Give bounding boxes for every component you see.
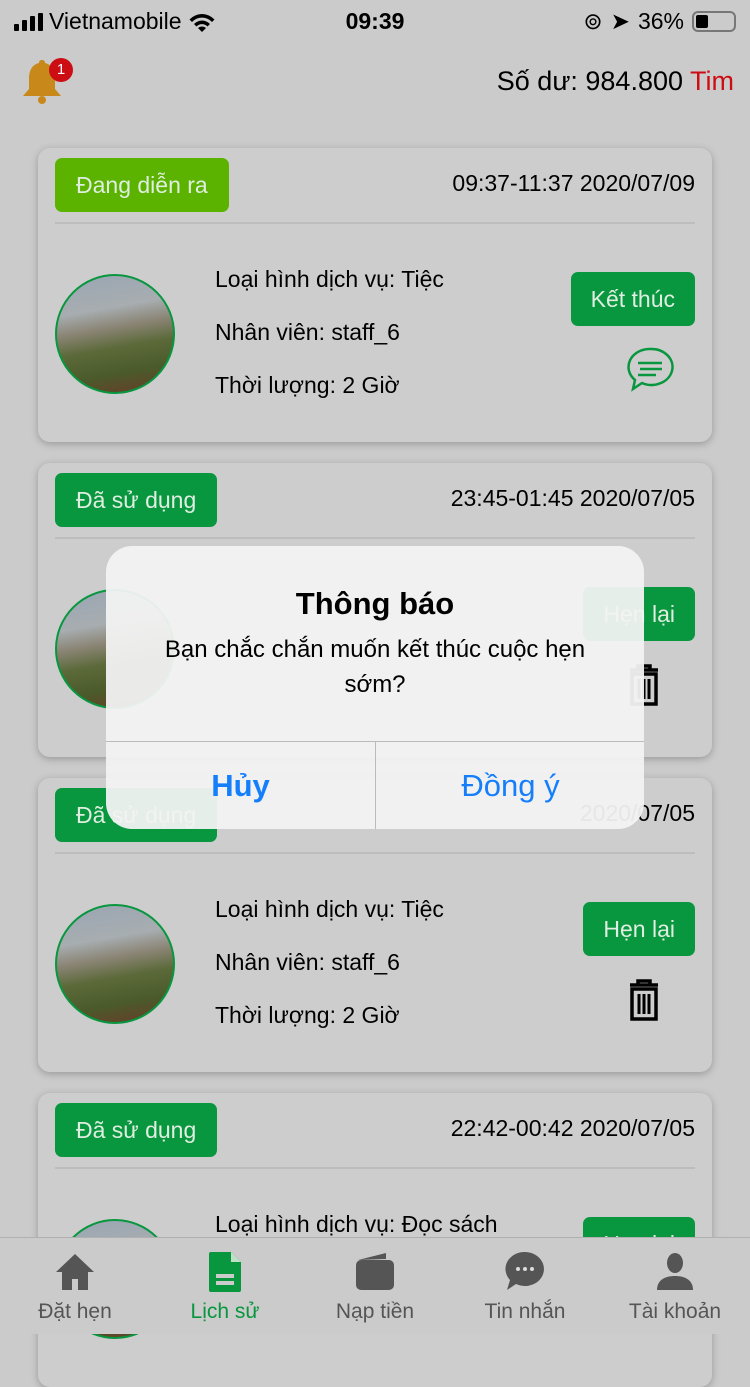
duration: Thời lượng: 2 Giờ: [215, 372, 400, 398]
user-icon: [657, 1253, 693, 1290]
tab-book[interactable]: Đặt hẹn: [0, 1238, 150, 1334]
battery-icon: [692, 11, 736, 32]
chat-icon[interactable]: [626, 346, 674, 394]
duration: Thời lượng: 2 Giờ: [215, 1002, 400, 1028]
tab-label: Tài khoản: [628, 1300, 722, 1323]
currency: Tim: [690, 66, 734, 96]
service-type: Loại hình dịch vụ: Đọc sách: [215, 1211, 498, 1237]
notification-badge: 1: [49, 58, 73, 82]
divider: [55, 852, 695, 854]
rebook-button[interactable]: Hẹn lại: [583, 902, 695, 956]
divider: [55, 1167, 695, 1169]
home-icon: [56, 1254, 94, 1290]
cancel-button[interactable]: Hủy: [106, 742, 375, 829]
rotation-lock-icon: ⊚: [583, 8, 603, 34]
dialog-title: Thông báo: [295, 586, 455, 621]
message-icon: [505, 1251, 544, 1290]
staff: Nhân viên: staff_6: [215, 319, 400, 345]
status-badge: Đã sử dụng: [55, 1103, 218, 1157]
service-type: Loại hình dịch vụ: Tiệc: [215, 266, 444, 292]
tab-messages[interactable]: Tin nhắn: [450, 1238, 600, 1334]
divider: [55, 222, 695, 224]
tab-bar: Đặt hẹn Lịch sử Nạp tiền Tin nhắn Tài kh…: [0, 1237, 750, 1334]
confirm-dialog: Thông báo Bạn chắc chắn muốn kết thúc cu…: [106, 546, 644, 829]
booking-time: 09:37-11:37 2020/07/09: [452, 170, 695, 196]
dialog-message: Bạn chắc chắn muốn kết thúc cuộc hẹn sớm…: [164, 636, 586, 698]
document-icon: [209, 1252, 241, 1292]
booking-card: Đang diễn ra 09:37-11:37 2020/07/09 Loại…: [38, 148, 712, 442]
end-button[interactable]: Kết thúc: [570, 272, 695, 326]
tab-account[interactable]: Tài khoản: [600, 1238, 750, 1334]
staff: Nhân viên: staff_6: [215, 949, 400, 975]
status-bar: Vietnamobile 09:39 ⊚ ➤ 36%: [0, 0, 750, 40]
balance-label: Số dư: 984.800: [496, 66, 683, 96]
booking-time: 22:42-00:42 2020/07/05: [450, 1115, 695, 1141]
tab-label: Đặt hẹn: [38, 1300, 112, 1323]
tab-label: Lịch sử: [190, 1300, 260, 1323]
status-badge: Đang diễn ra: [55, 158, 229, 212]
wallet-icon: [356, 1253, 394, 1290]
tab-topup[interactable]: Nạp tiền: [300, 1238, 450, 1334]
confirm-button[interactable]: Đồng ý: [376, 742, 644, 829]
avatar: [55, 904, 175, 1024]
location-icon: ➤: [610, 8, 630, 34]
service-type: Loại hình dịch vụ: Tiệc: [215, 896, 444, 922]
divider: [55, 537, 695, 539]
battery-percent: 36%: [637, 8, 684, 34]
tab-label: Nạp tiền: [335, 1300, 415, 1323]
tab-history[interactable]: Lịch sử: [150, 1238, 300, 1334]
status-badge: Đã sử dụng: [55, 473, 218, 527]
booking-time: 23:45-01:45 2020/07/05: [450, 485, 695, 511]
tab-label: Tin nhắn: [484, 1300, 566, 1323]
balance: Số dư: 984.800 Tim: [497, 66, 734, 97]
avatar: [55, 274, 175, 394]
trash-icon[interactable]: [620, 976, 668, 1024]
